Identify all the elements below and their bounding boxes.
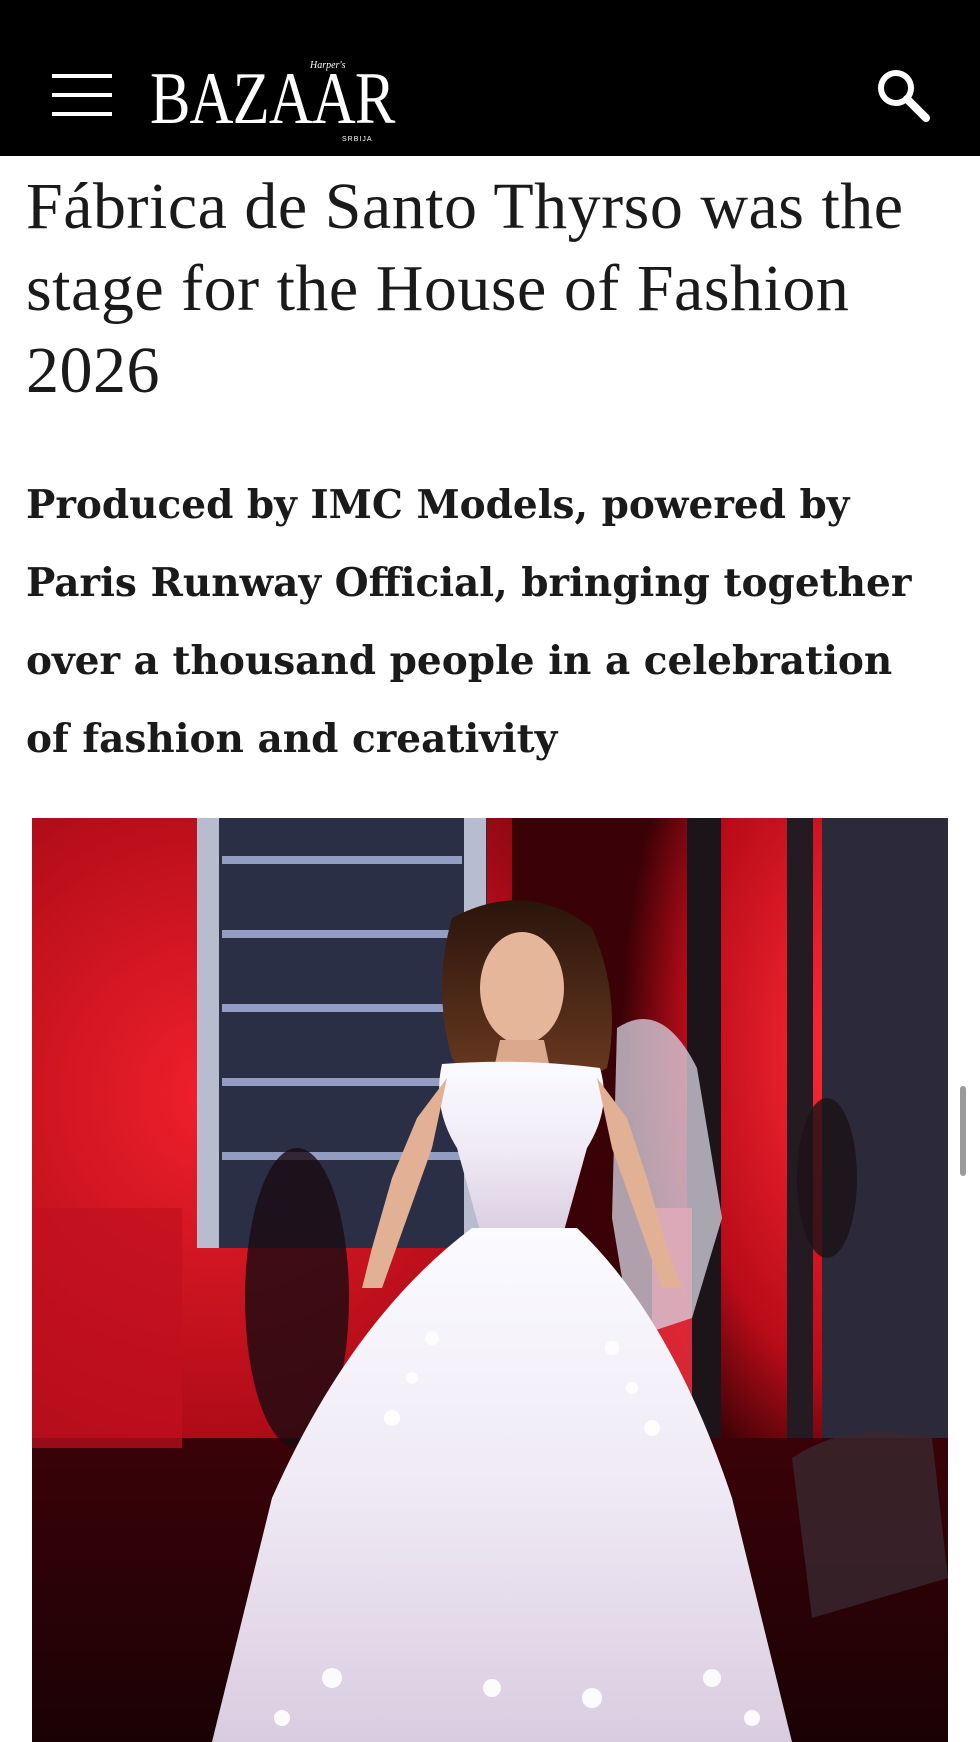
article-title: Fábrica de Santo Thyrso was the stage fo…	[26, 170, 904, 407]
site-logo[interactable]: BAZAAR Harper's SRBIJA	[150, 54, 395, 148]
logo-region: SRBIJA	[342, 136, 373, 143]
site-header: BAZAAR Harper's SRBIJA	[0, 40, 980, 156]
menu-line	[52, 112, 112, 116]
status-bar	[0, 0, 980, 40]
search-icon[interactable]	[872, 64, 936, 128]
scrollbar-thumb[interactable]	[960, 1086, 966, 1176]
hamburger-menu-icon[interactable]	[52, 66, 114, 124]
article-hero-image	[32, 818, 948, 1742]
runway-photo	[32, 818, 948, 1742]
logo-wordmark: BAZAAR	[150, 58, 395, 140]
menu-line	[52, 93, 112, 97]
logo-harpers: Harper's	[310, 60, 346, 71]
menu-line	[52, 74, 112, 78]
article-subtitle: Produced by IMC Models, powered by Paris…	[26, 482, 912, 762]
